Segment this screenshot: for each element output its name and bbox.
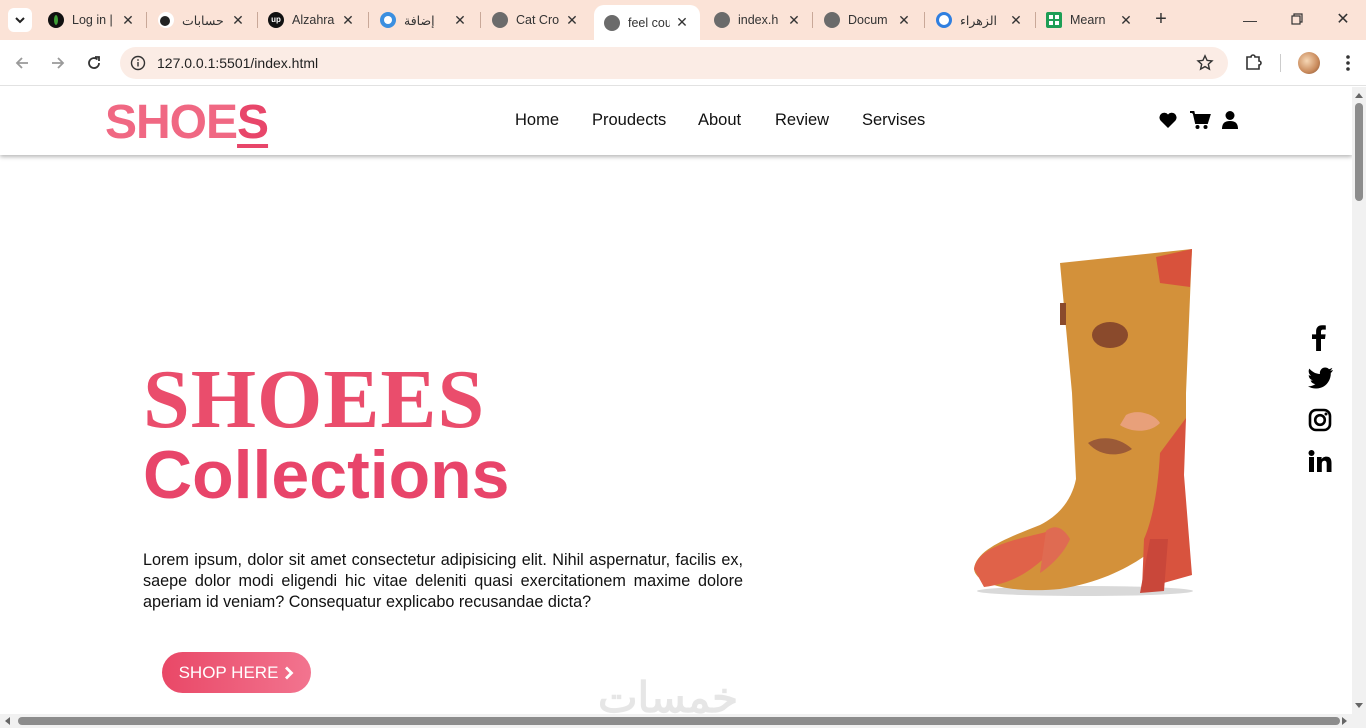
tab-title: حسابات (182, 13, 224, 28)
cart-icon[interactable] (1189, 110, 1211, 130)
minimize-button[interactable]: — (1238, 8, 1262, 32)
facebook-icon[interactable] (1308, 325, 1330, 351)
browser-tab[interactable]: up Alzahra ✕ (258, 6, 366, 34)
logo-underlined-letter: S (237, 96, 269, 149)
hero-description: Lorem ipsum, dolor sit amet consectetur … (143, 551, 743, 611)
ring-logo-icon (380, 12, 396, 28)
close-icon[interactable]: ✕ (564, 12, 580, 28)
new-tab-button[interactable]: + (1150, 8, 1172, 32)
browser-toolbar: 127.0.0.1:5501/index.html (0, 40, 1366, 86)
browser-tab[interactable]: index.h ✕ (704, 6, 812, 34)
nav-about[interactable]: About (698, 111, 741, 130)
forward-button[interactable] (46, 51, 70, 75)
restore-icon (1291, 13, 1303, 25)
address-bar[interactable]: 127.0.0.1:5501/index.html (120, 47, 1228, 79)
arrow-left-icon (15, 57, 28, 69)
shop-button-label: SHOP HERE (178, 662, 279, 682)
twitter-icon[interactable] (1308, 367, 1334, 389)
url-text[interactable]: 127.0.0.1:5501/index.html (157, 55, 318, 71)
chevron-down-icon (15, 17, 25, 24)
dot-logo-icon (158, 12, 174, 28)
browser-tab[interactable]: Cat Cro ✕ (482, 6, 590, 34)
tab-title: feel cou (628, 15, 670, 30)
heart-icon[interactable] (1158, 110, 1178, 130)
chevron-right-icon (285, 666, 294, 679)
scroll-right-arrow[interactable] (1342, 717, 1347, 725)
shop-here-button[interactable]: SHOP HERE (162, 652, 311, 693)
browser-tabbar: Log in | ✕ حسابات ✕ up Alzahra ✕ إضافة ✕… (0, 0, 1366, 40)
tab-title: Alzahra (292, 13, 335, 27)
nav-services[interactable]: Servises (862, 111, 925, 130)
close-icon[interactable]: ✕ (120, 12, 136, 28)
sheets-icon (1046, 12, 1062, 28)
globe-icon (714, 12, 730, 28)
watermark: خمسات (598, 674, 739, 714)
browser-tab[interactable]: Docum ✕ (814, 6, 922, 34)
page-viewport: SHOES Home Proudects About Review Servis… (0, 87, 1352, 714)
horizontal-scrollbar[interactable] (0, 714, 1366, 728)
menu-kebab-icon[interactable] (1338, 52, 1358, 74)
site-logo[interactable]: SHOES (105, 95, 269, 150)
horizontal-scroll-thumb[interactable] (18, 717, 1340, 725)
close-icon[interactable]: ✕ (1118, 12, 1134, 28)
mongodb-leaf-icon (48, 12, 64, 28)
star-bookmark-icon[interactable] (1196, 54, 1214, 72)
tab-title: Log in | (72, 13, 113, 27)
browser-tab-active[interactable]: feel cou ✕ (594, 5, 700, 40)
vertical-scrollbar[interactable] (1352, 87, 1366, 714)
close-icon[interactable]: ✕ (340, 12, 356, 28)
close-icon[interactable]: ✕ (230, 12, 246, 28)
scroll-up-arrow[interactable] (1355, 93, 1363, 98)
reload-icon (88, 56, 100, 69)
close-icon[interactable]: ✕ (452, 12, 468, 28)
upwork-icon: up (268, 12, 284, 28)
close-icon[interactable]: ✕ (1008, 12, 1024, 28)
linkedin-icon[interactable] (1308, 450, 1332, 472)
browser-tab[interactable]: الزهراء ✕ (926, 6, 1034, 34)
boot-product-image (974, 249, 1193, 596)
logo-text: SHOE (105, 96, 238, 149)
tab-title: Docum (848, 13, 888, 27)
globe-icon (824, 12, 840, 28)
scroll-down-arrow[interactable] (1355, 703, 1363, 708)
browser-tab[interactable]: Mearn ✕ (1036, 6, 1144, 34)
vertical-scroll-thumb[interactable] (1355, 103, 1363, 201)
site-header: SHOES Home Proudects About Review Servis… (0, 87, 1352, 155)
browser-tab[interactable]: Log in | ✕ (38, 6, 146, 34)
browser-tab[interactable]: إضافة ✕ (370, 6, 478, 34)
profile-avatar[interactable] (1298, 52, 1320, 74)
tab-title: Mearn (1070, 13, 1106, 27)
hero-subtitle: Collections (143, 437, 510, 513)
tab-title: index.h (738, 13, 779, 27)
nav-products[interactable]: Proudects (592, 111, 666, 130)
close-icon[interactable]: ✕ (786, 12, 802, 28)
reload-button[interactable] (82, 51, 106, 75)
nav-home[interactable]: Home (515, 111, 559, 130)
browser-tab[interactable]: حسابات ✕ (148, 6, 256, 34)
ring-logo-icon (936, 12, 952, 28)
restore-button[interactable] (1285, 8, 1309, 32)
tab-title: الزهراء (960, 13, 998, 28)
close-window-button[interactable]: ✕ (1331, 8, 1355, 32)
hero-title: SHOEES (143, 353, 486, 446)
tab-search-button[interactable] (8, 8, 32, 32)
back-button[interactable] (10, 51, 34, 75)
instagram-icon[interactable] (1308, 408, 1332, 432)
arrow-right-icon (52, 57, 65, 69)
globe-icon (492, 12, 508, 28)
nav-review[interactable]: Review (775, 111, 829, 130)
info-icon[interactable] (130, 55, 146, 71)
close-icon[interactable]: ✕ (896, 12, 912, 28)
extensions-puzzle-icon[interactable] (1244, 51, 1264, 73)
user-icon[interactable] (1221, 110, 1239, 130)
globe-icon (604, 14, 620, 31)
tab-title: إضافة (404, 13, 435, 28)
tab-title: Cat Cro (516, 13, 560, 27)
close-icon[interactable]: ✕ (674, 14, 690, 30)
scroll-left-arrow[interactable] (5, 717, 10, 725)
